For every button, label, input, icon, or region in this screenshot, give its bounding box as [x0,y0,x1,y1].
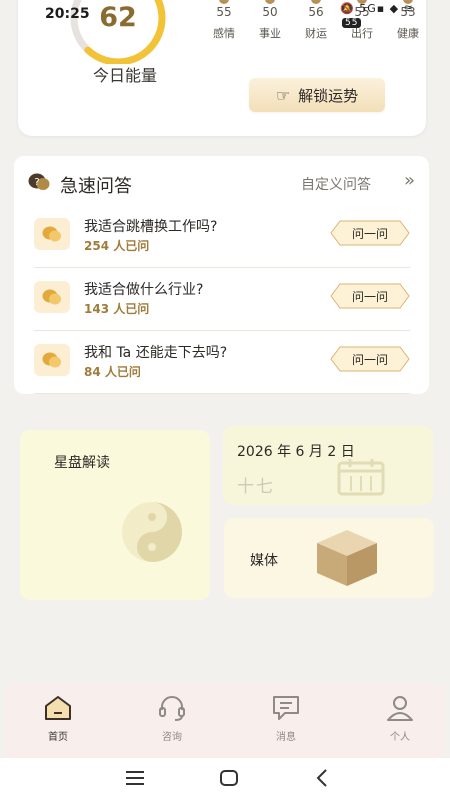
box-icon [317,530,377,586]
astrology-title: 星盘解读 [54,455,110,471]
stat-love[interactable]: 55 感情 [206,0,242,41]
energy-score: 62 [99,2,137,33]
home-nav-icon[interactable] [218,768,240,788]
stat-value: 50 [262,5,278,19]
lunar-day: 十七 [237,477,275,497]
calendar-icon [337,459,385,496]
energy-label: 今日能量 [92,66,157,85]
qa-header: ? 急速问答 自定义问答 » [28,170,415,198]
ask-button[interactable]: 问一问 [330,220,410,246]
question-text: 我适合做什么行业? [84,282,204,298]
energy-card: 20:25 62 今日能量 55 感情 50 事业 56 财运 55 出行 53… [18,0,426,136]
tab-label: 咨询 [162,732,182,743]
home-icon [45,696,71,720]
chat-bubble-icon [34,344,70,376]
stat-marker [311,0,321,4]
message-icon [273,696,299,720]
status-icons: 🔕 5G▪ ◆ ≋ 55 [340,2,426,28]
question-count: 84 人已问 [84,365,141,379]
signal-icons: 🔕 5G▪ ◆ ≋ [340,2,414,15]
media-title: 媒体 [250,553,278,569]
yin-yang-icon [122,502,182,562]
question-text: 我和 Ta 还能走下去吗? [84,345,228,361]
qa-title: 急速问答 [60,176,132,197]
chat-bubble-icon [34,281,70,313]
menu-icon[interactable] [124,768,146,788]
tab-consult[interactable]: 咨询 [142,694,202,743]
chat-question-icon: ? [28,173,50,190]
stat-marker [265,0,275,4]
ask-button[interactable]: 问一问 [330,346,410,372]
ask-label: 问一问 [351,226,388,241]
bottom-tab-bar: 首页 咨询 消息 个人 [4,684,446,758]
system-nav-bar [0,758,450,800]
person-icon [387,696,413,721]
custom-qa-link[interactable]: 自定义问答 [301,174,371,194]
stat-label: 事业 [259,27,281,40]
question-item[interactable]: 我适合做什么行业? 143 人已问 问一问 [34,271,410,331]
stat-label: 财运 [305,27,327,40]
stat-career[interactable]: 50 事业 [252,0,288,41]
question-count: 254 人已问 [84,239,150,253]
quick-qa-card: ? 急速问答 自定义问答 » 我适合跳槽换工作吗? 254 人已问 问一问 我适… [14,156,429,394]
headset-icon [159,696,185,721]
stat-value: 55 [216,5,232,19]
more-chevron-icon[interactable]: » [404,170,415,191]
pointing-hand-icon: ☞ [275,85,291,105]
tab-messages[interactable]: 消息 [256,694,316,743]
ask-label: 问一问 [351,352,388,367]
tab-label: 首页 [48,732,68,743]
chat-bubble-icon [34,218,70,250]
stat-marker [219,0,229,4]
question-item[interactable]: 我和 Ta 还能走下去吗? 84 人已问 问一问 [34,334,410,394]
astrology-card[interactable]: 星盘解读 [20,430,210,600]
stat-value: 56 [308,5,324,19]
stat-wealth[interactable]: 56 财运 [298,0,334,41]
unlock-fortune-button[interactable]: ☞ 解锁运势 [249,78,385,112]
tab-label: 消息 [276,732,296,743]
tab-home[interactable]: 首页 [28,694,88,743]
media-card[interactable]: 媒体 [224,518,434,598]
battery-icon: 55 [342,18,362,28]
stat-label: 感情 [213,27,235,40]
ask-label: 问一问 [351,289,388,304]
question-text: 我适合跳槽换工作吗? [84,219,218,235]
ask-button[interactable]: 问一问 [330,283,410,309]
date-card[interactable]: 2026 年 6 月 2 日 十七 [223,426,433,505]
svg-text:?: ? [34,177,39,188]
tab-label: 个人 [390,732,410,743]
tab-profile[interactable]: 个人 [370,694,430,743]
unlock-label: 解锁运势 [298,86,359,105]
question-count: 143 人已问 [84,302,150,316]
question-item[interactable]: 我适合跳槽换工作吗? 254 人已问 问一问 [34,208,410,268]
back-icon[interactable] [312,768,334,788]
